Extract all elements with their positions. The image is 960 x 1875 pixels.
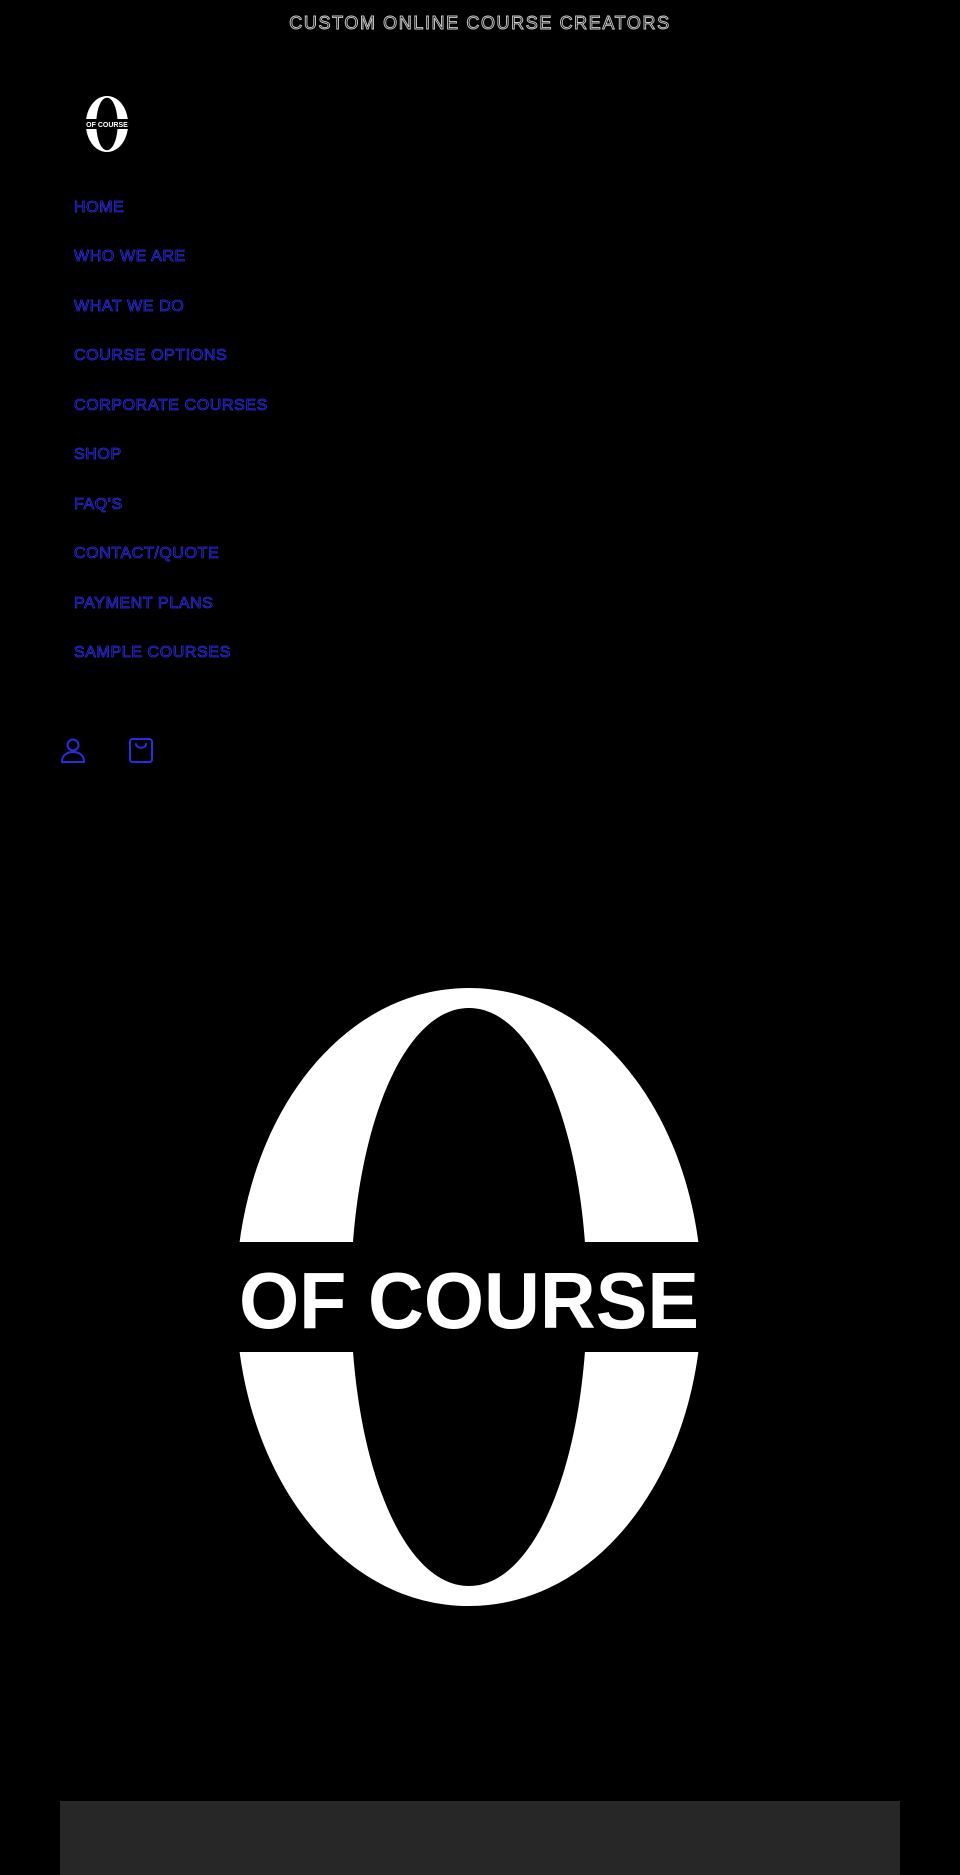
hero-logo-icon: OF COURSE (236, 988, 702, 1606)
account-icon (61, 738, 85, 763)
header-logo-text: OF COURSE (86, 120, 128, 129)
announcement-bar: CUSTOM ONLINE COURSE CREATORS (0, 0, 960, 46)
nav-item: HOME (74, 183, 268, 233)
nav-item: WHAT WE DO (74, 282, 268, 332)
nav-item: SHOP (74, 431, 268, 481)
of-course-logo-icon[interactable]: OF COURSE (82, 96, 132, 152)
account-button[interactable] (58, 735, 88, 765)
nav-link-payment-plans[interactable]: PAYMENT PLANS (74, 594, 214, 613)
cart-icon (129, 738, 153, 763)
nav-link-course-options[interactable]: COURSE OPTIONS (74, 347, 228, 365)
nav-item: COURSE OPTIONS (74, 332, 268, 382)
nav-link-home[interactable]: HOME (74, 198, 125, 217)
nav-link-what-we-do[interactable]: WHAT WE DO (74, 297, 185, 316)
nav-link-contact-quote[interactable]: CONTACT/QUOTE (74, 545, 220, 563)
nav-item: FAQ'S (74, 480, 268, 530)
announcement-text: CUSTOM ONLINE COURSE CREATORS (289, 12, 671, 33)
nav-item: PAYMENT PLANS (74, 579, 268, 629)
nav-link-who-we-are[interactable]: WHO WE ARE (74, 248, 186, 266)
nav-item: CONTACT/QUOTE (74, 530, 268, 580)
hero-logo-text: OF COURSE (239, 1256, 699, 1345)
main-nav: HOME WHO WE ARE WHAT WE DO COURSE OPTION… (74, 183, 268, 678)
header-icons (58, 735, 156, 765)
nav-link-corporate-courses[interactable]: CORPORATE COURSES (74, 396, 268, 415)
nav-item: CORPORATE COURSES (74, 381, 268, 431)
nav-item: WHO WE ARE (74, 233, 268, 283)
nav-link-shop[interactable]: SHOP (74, 446, 122, 464)
nav-item: SAMPLE COURSES (74, 629, 268, 679)
nav-link-sample-courses[interactable]: SAMPLE COURSES (74, 644, 231, 662)
cart-button[interactable] (126, 735, 156, 765)
content-panel (60, 1801, 900, 1875)
nav-link-faqs[interactable]: FAQ'S (74, 495, 123, 514)
